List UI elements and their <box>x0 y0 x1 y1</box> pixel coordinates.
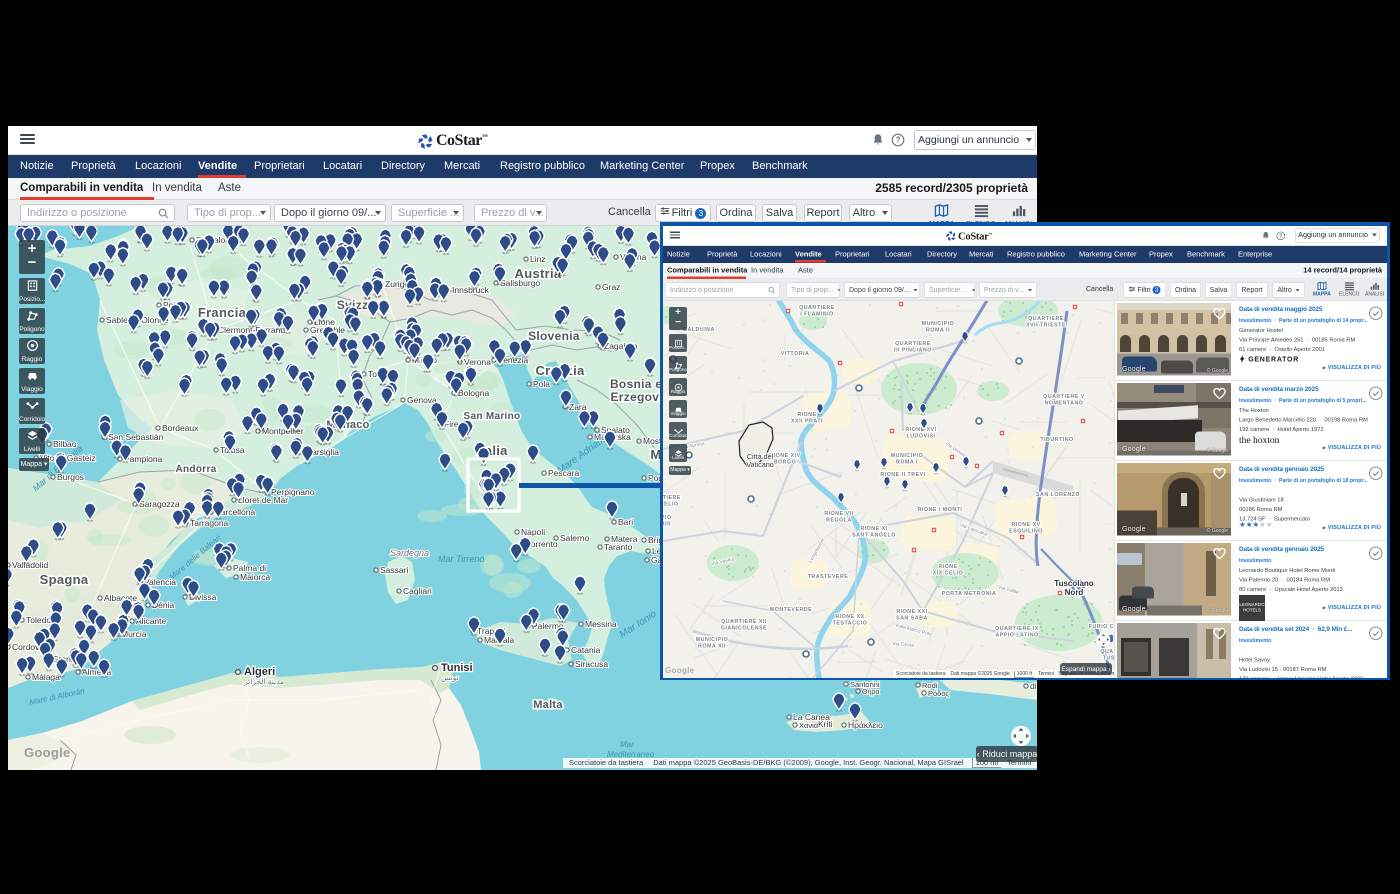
svg-text:RIONE XX: RIONE XX <box>835 614 864 620</box>
svg-text:SAN LORENZO: SAN LORENZO <box>1036 492 1080 498</box>
svg-text:FURIO CAMI: FURIO CAMI <box>1089 624 1114 630</box>
svg-text:Sardegna: Sardegna <box>390 548 429 558</box>
svg-text:QUART: QUART <box>1100 649 1114 655</box>
svg-text:مدينة الجزائر: مدينة الجزائر <box>243 677 284 686</box>
svg-text:LUDOVISI: LUDOVISI <box>906 434 935 440</box>
svg-text:Tarragona: Tarragona <box>190 518 229 528</box>
svg-text:Taranto: Taranto <box>604 542 633 552</box>
svg-text:Valladolid: Valladolid <box>12 560 49 570</box>
svg-text:Mar Tirreno: Mar Tirreno <box>438 554 484 564</box>
svg-text:Maiorca: Maiorca <box>240 572 271 582</box>
svg-text:RIONE: RIONE <box>938 564 957 570</box>
svg-text:Pescara: Pescara <box>548 468 579 478</box>
svg-text:I FLAMINIO: I FLAMINIO <box>800 312 834 318</box>
svg-text:XIX CELIO: XIX CELIO <box>933 571 964 577</box>
svg-text:Χανιά: Χανιά <box>799 721 819 730</box>
svg-text:TRASTEVERE: TRASTEVERE <box>808 574 849 580</box>
svg-text:ROMA II: ROMA II <box>926 328 950 334</box>
svg-text:Albacete: Albacete <box>104 593 137 603</box>
svg-text:RIONE XV: RIONE XV <box>1011 522 1040 528</box>
svg-text:I AURELIO: I AURELIO <box>663 502 679 508</box>
svg-text:QUARTIERE XII: QUARTIERE XII <box>721 619 767 625</box>
svg-text:Nord: Nord <box>1065 588 1084 597</box>
svg-text:di Ala: di Ala <box>1030 681 1037 691</box>
svg-text:Bari: Bari <box>618 517 633 527</box>
svg-text:RIONE: RIONE <box>797 412 816 418</box>
svg-text:Francia: Francia <box>198 305 247 320</box>
svg-text:Napoli: Napoli <box>521 527 545 537</box>
svg-text:QUARTIERE: QUARTIERE <box>799 305 835 311</box>
svg-text:Lloret de Mar: Lloret de Mar <box>238 495 288 505</box>
svg-text:Spagna: Spagna <box>40 572 89 587</box>
svg-text:TIBURTINO: TIBURTINO <box>1040 437 1073 443</box>
svg-text:Siracusa: Siracusa <box>575 659 608 669</box>
svg-text:Santorini: Santorini <box>850 680 880 689</box>
svg-text:ROMA I: ROMA I <box>896 460 918 466</box>
svg-text:Innsbruck: Innsbruck <box>452 285 490 295</box>
svg-text:SANT'ANGELO: SANT'ANGELO <box>852 533 896 539</box>
svg-text:?: ? <box>1279 234 1282 240</box>
svg-text:MUNICIPIO: MUNICIPIO <box>696 637 728 643</box>
svg-text:Pola: Pola <box>533 379 550 389</box>
svg-text:MUNICIPIO: MUNICIPIO <box>891 453 923 459</box>
svg-text:APPIO LATINO: APPIO LATINO <box>995 633 1038 639</box>
svg-text:SAN SABA: SAN SABA <box>896 616 928 622</box>
svg-text:QUARTIERE: QUARTIERE <box>663 495 681 501</box>
svg-text:RIONE XIV: RIONE XIV <box>769 453 800 459</box>
svg-text:NOMENTANO: NOMENTANO <box>1045 401 1084 407</box>
svg-text:GIANICOLENSE: GIANICOLENSE <box>721 626 767 632</box>
svg-text:QUARTIERE: QUARTIERE <box>895 341 931 347</box>
svg-text:BALDUINA: BALDUINA <box>683 327 715 333</box>
svg-text:III PINCIANO: III PINCIANO <box>894 348 932 354</box>
svg-text:Salerno: Salerno <box>560 533 590 543</box>
svg-text:?: ? <box>896 136 901 145</box>
svg-text:تونس: تونس <box>441 673 459 682</box>
svg-text:RIONE XXI: RIONE XXI <box>896 609 927 615</box>
svg-text:Bordeaux: Bordeaux <box>162 423 199 433</box>
svg-text:Catania: Catania <box>571 645 601 655</box>
svg-text:Vaticano: Vaticano <box>746 460 773 469</box>
svg-text:MONTEVERDE: MONTEVERDE <box>770 607 812 613</box>
svg-text:Sassari: Sassari <box>380 565 408 575</box>
svg-text:Malta: Malta <box>533 699 563 711</box>
svg-text:CIPIO: CIPIO <box>663 515 671 521</box>
svg-text:QUARTIERE V: QUARTIERE V <box>1043 394 1085 400</box>
svg-text:TUSC: TUSC <box>1103 656 1114 662</box>
svg-text:Ρόδος: Ρόδος <box>928 689 950 698</box>
svg-text:Slovenia: Slovenia <box>528 329 580 343</box>
svg-text:ESQUILINO: ESQUILINO <box>1009 529 1043 535</box>
svg-text:RIONE I MONTI: RIONE I MONTI <box>918 507 963 513</box>
svg-text:QUARTIERE IX: QUARTIERE IX <box>995 626 1039 632</box>
svg-text:Salisburgo: Salisburgo <box>500 278 540 288</box>
svg-text:Málaga: Málaga <box>32 672 60 682</box>
svg-text:RIONE XVI: RIONE XVI <box>905 427 936 433</box>
svg-text:QUARTIERE: QUARTIERE <box>1028 316 1064 322</box>
svg-text:PORTA METRONIA: PORTA METRONIA <box>942 591 997 597</box>
svg-text:XXII PRATI: XXII PRATI <box>791 419 823 425</box>
svg-text:VITTORIA: VITTORIA <box>781 351 810 357</box>
svg-text:Mar: Mar <box>620 740 634 749</box>
svg-text:Lione: Lione <box>314 317 335 327</box>
svg-text:RIONE VII: RIONE VII <box>824 511 853 517</box>
svg-text:ROMA XII: ROMA XII <box>698 644 726 650</box>
svg-text:RIONE XI: RIONE XI <box>860 526 887 532</box>
svg-text:Bilbao: Bilbao <box>53 439 77 449</box>
svg-text:A XIII: A XIII <box>663 522 671 528</box>
svg-text:REGOLA: REGOLA <box>826 518 852 524</box>
svg-text:Linz: Linz <box>530 254 546 264</box>
svg-text:Kriti: Kriti <box>818 719 833 729</box>
svg-text:BORGO: BORGO <box>774 460 797 466</box>
svg-text:Andorra: Andorra <box>176 464 217 475</box>
svg-text:Messina: Messina <box>585 619 617 629</box>
svg-text:Θήρα: Θήρα <box>862 689 879 696</box>
svg-text:Tuscolano: Tuscolano <box>1054 579 1094 588</box>
svg-text:Toledo: Toledo <box>26 615 51 625</box>
svg-text:Saragozza: Saragozza <box>139 499 180 509</box>
svg-text:Graz: Graz <box>602 282 620 292</box>
svg-text:XVII TRIESTE: XVII TRIESTE <box>1026 323 1066 329</box>
svg-text:Cagliari: Cagliari <box>403 586 432 596</box>
svg-text:TESTACCIO: TESTACCIO <box>833 621 868 627</box>
svg-text:Bologna: Bologna <box>458 388 489 398</box>
svg-text:MUNICIPIO: MUNICIPIO <box>922 321 954 327</box>
